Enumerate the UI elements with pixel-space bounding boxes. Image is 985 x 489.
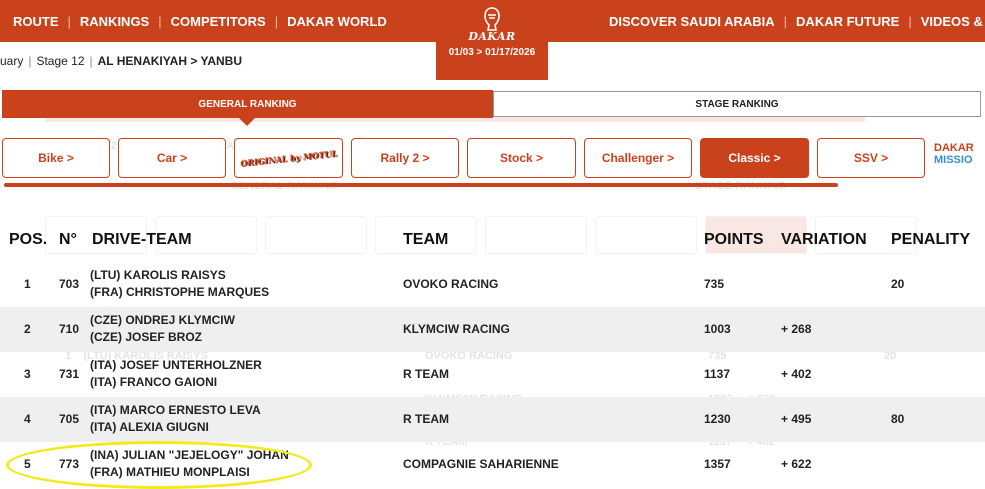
row-penalty: 80 — [891, 412, 905, 426]
row-driver: (LTU) KAROLIS RAISYS — [90, 268, 226, 282]
dakar-mission-line2: MISSIO — [934, 154, 973, 166]
header-team: TEAM — [403, 231, 449, 248]
nav-separator: | — [274, 13, 279, 29]
breadcrumb: uary | Stage 12 | AL HENAKIYAH > YANBU — [0, 54, 242, 68]
dakar-logo[interactable]: DAKAR 01/03 > 01/17/2026 — [436, 0, 548, 80]
active-tab-pointer — [239, 118, 255, 126]
row-codriver: (ITA) ALEXIA GIUGNI — [90, 420, 209, 434]
nav-right-group: DISCOVER SAUDI ARABIA | DAKAR FUTURE | V… — [609, 0, 985, 42]
header-penalty: PENALITY — [891, 231, 971, 248]
category-classic-button[interactable]: Classic > — [700, 138, 809, 178]
row-number: 710 — [59, 322, 80, 336]
event-dates: 01/03 > 01/17/2026 — [448, 47, 536, 58]
nav-left-group: ROUTE | RANKINGS | COMPETITORS | DAKAR W… — [13, 0, 387, 42]
row-codriver: (FRA) CHRISTOPHE MARQUES — [90, 285, 270, 299]
nav-competitors[interactable]: COMPETITORS — [171, 14, 266, 29]
breadcrumb-route: AL HENAKIYAH > YANBU — [97, 54, 243, 68]
dakar-mission-line1: DAKAR — [934, 142, 974, 154]
row-position: 1 — [24, 277, 31, 291]
row-variation: + 495 — [781, 412, 812, 426]
row-driver: (ITA) JOSEF UNTERHOLZNER — [90, 358, 262, 372]
category-ssv-button[interactable]: SSV > — [817, 138, 925, 178]
header-number: N° — [59, 231, 77, 248]
row-points: 1357 — [704, 457, 731, 471]
category-rally2-button[interactable]: Rally 2 > — [351, 138, 459, 178]
row-variation: + 622 — [781, 457, 812, 471]
category-original-motul-button[interactable]: ORIGINAL by MOTUL — [234, 138, 343, 178]
row-team: COMPAGNIE SAHARIENNE — [403, 457, 559, 471]
category-challenger-button[interactable]: Challenger > — [584, 138, 692, 178]
row-codriver: (CZE) JOSEF BROZ — [90, 330, 203, 344]
category-bike-button[interactable]: Bike > — [2, 138, 110, 178]
header-variation: VARIATION — [781, 231, 867, 248]
table-row[interactable]: 4 705 (ITA) MARCO ERNESTO LEVA (ITA) ALE… — [0, 397, 985, 442]
tab-general-ranking[interactable]: GENERAL RANKING — [2, 90, 493, 118]
nav-dakar-future[interactable]: DAKAR FUTURE — [796, 14, 899, 29]
row-variation: + 402 — [781, 367, 812, 381]
table-row[interactable]: 1 703 (LTU) KAROLIS RAISYS (FRA) CHRISTO… — [0, 262, 985, 307]
row-points: 1230 — [704, 412, 731, 426]
nav-separator: | — [908, 13, 912, 29]
nav-separator: | — [67, 13, 71, 29]
breadcrumb-separator: | — [28, 54, 32, 68]
highlight-circle-annotation — [6, 441, 312, 489]
breadcrumb-date: uary — [0, 54, 24, 68]
row-points: 1137 — [704, 367, 731, 381]
breadcrumb-separator: | — [89, 54, 93, 68]
header-points: POINTS — [704, 231, 764, 248]
row-team: R TEAM — [403, 367, 449, 381]
table-row[interactable]: 2 710 (CZE) ONDREJ KLYMCIW (CZE) JOSEF B… — [0, 307, 985, 352]
nav-separator: | — [158, 13, 162, 29]
row-driver: (ITA) MARCO ERNESTO LEVA — [90, 403, 261, 417]
category-stock-button[interactable]: Stock > — [467, 138, 576, 178]
tab-stage-ranking[interactable]: STAGE RANKING — [493, 91, 981, 117]
row-position: 4 — [24, 412, 31, 426]
row-variation: + 268 — [781, 322, 812, 336]
row-number: 731 — [59, 367, 80, 381]
category-scrollbar[interactable] — [4, 183, 838, 187]
row-points: 735 — [704, 277, 725, 291]
category-dakar-mission-button[interactable]: DAKAR MISSIO — [934, 142, 985, 174]
row-points: 1003 — [704, 322, 731, 336]
row-number: 705 — [59, 412, 80, 426]
row-team: OVOKO RACING — [403, 277, 499, 291]
nav-videos-photos[interactable]: VIDEOS & PH — [921, 14, 985, 29]
logo-wordmark: DAKAR — [468, 30, 516, 43]
nav-dakar-world[interactable]: DAKAR WORLD — [287, 14, 387, 29]
header-pos: POS. — [9, 231, 48, 248]
row-team: KLYMCIW RACING — [403, 322, 510, 336]
row-team: R TEAM — [403, 412, 449, 426]
row-codriver: (ITA) FRANCO GAIONI — [90, 375, 218, 389]
nav-separator: | — [783, 13, 788, 29]
original-by-motul-logo: ORIGINAL by MOTUL — [239, 147, 338, 169]
breadcrumb-stage: Stage 12 — [36, 54, 85, 68]
row-position: 2 — [24, 322, 31, 336]
row-driver: (CZE) ONDREJ KLYMCIW — [90, 313, 235, 327]
nav-discover-saudi-arabia[interactable]: DISCOVER SAUDI ARABIA — [609, 14, 775, 29]
header-drive-team: DRIVE-TEAM — [92, 231, 192, 248]
row-number: 703 — [59, 277, 80, 291]
nav-rankings[interactable]: RANKINGS — [80, 14, 149, 29]
bedouin-head-icon — [484, 7, 500, 31]
row-position: 3 — [24, 367, 31, 381]
category-car-button[interactable]: Car > — [118, 138, 226, 178]
row-penalty: 20 — [891, 277, 905, 291]
table-row[interactable]: 3 731 (ITA) JOSEF UNTERHOLZNER (ITA) FRA… — [0, 352, 985, 397]
nav-route[interactable]: ROUTE — [13, 14, 59, 29]
